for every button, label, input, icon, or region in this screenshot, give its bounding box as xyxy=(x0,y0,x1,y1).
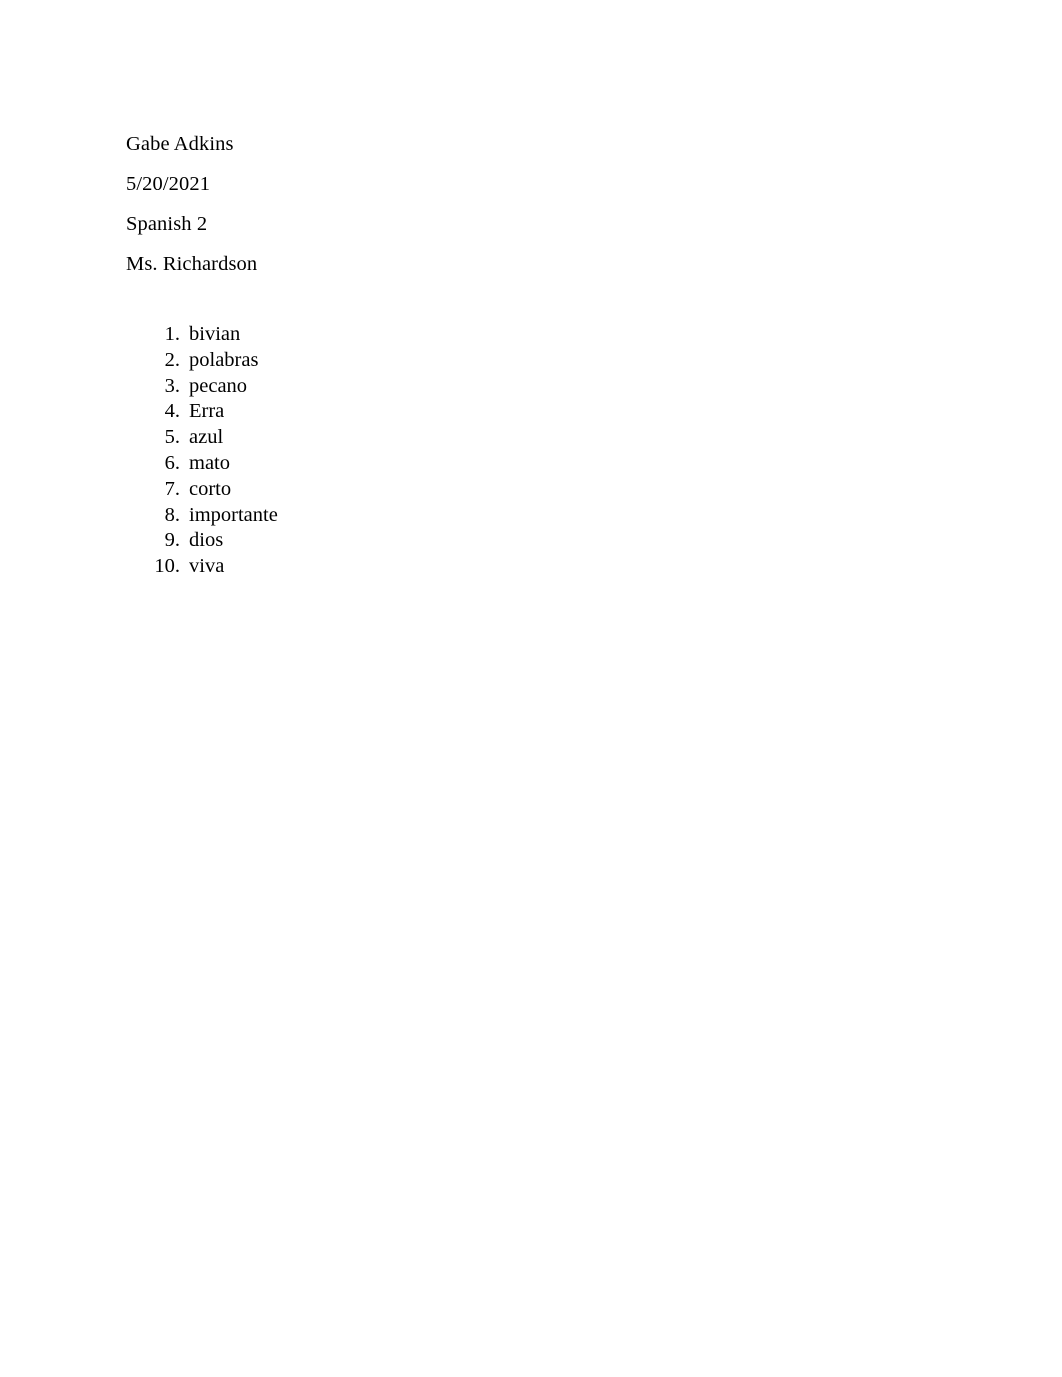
word-list: 1. bivian 2. polabras 3. pecano 4. Erra … xyxy=(126,322,826,580)
course-line: Spanish 2 xyxy=(126,213,208,235)
list-item-word: dios xyxy=(189,529,224,552)
list-item-number: 4. xyxy=(164,400,180,423)
list-item: 1. bivian xyxy=(126,322,826,348)
instructor-line: Ms. Richardson xyxy=(126,253,258,275)
list-item-number: 2. xyxy=(164,348,180,371)
list-item-word: importante xyxy=(189,503,278,526)
list-item-word: pecano xyxy=(189,374,248,397)
heading-block: Gabe Adkins 5/20/2021 Spanish 2 Ms. Rich… xyxy=(126,124,826,284)
list-item: 3. pecano xyxy=(126,374,826,400)
document-page: Gabe Adkins 5/20/2021 Spanish 2 Ms. Rich… xyxy=(0,0,1062,1377)
list-item: 4. Erra xyxy=(126,399,826,425)
list-item: 5. azul xyxy=(126,425,826,451)
list-item: 2. polabras xyxy=(126,348,826,374)
list-item: 9. dios xyxy=(126,528,826,554)
list-item-word: mato xyxy=(189,451,230,474)
list-item: 8. importante xyxy=(126,503,826,529)
student-name-line: Gabe Adkins xyxy=(126,133,234,155)
list-item-number: 1. xyxy=(164,323,180,345)
list-item-word: Erra xyxy=(189,400,225,423)
list-item-word: bivian xyxy=(189,323,241,345)
list-item: 10. viva xyxy=(126,554,826,580)
date-line: 5/20/2021 xyxy=(126,173,211,195)
list-item-number: 10. xyxy=(154,555,180,578)
list-item-word: polabras xyxy=(189,348,259,371)
list-item-number: 6. xyxy=(164,451,180,474)
list-item-word: corto xyxy=(189,477,232,500)
list-item: 6. mato xyxy=(126,451,826,477)
list-item-number: 9. xyxy=(164,529,180,552)
list-item-number: 3. xyxy=(164,374,180,397)
list-item-number: 8. xyxy=(164,503,180,526)
list-item-number: 7. xyxy=(164,477,180,500)
list-item-number: 5. xyxy=(164,426,180,449)
list-item-word: viva xyxy=(189,555,225,578)
list-item-word: azul xyxy=(189,426,224,449)
list-item: 7. corto xyxy=(126,477,826,503)
